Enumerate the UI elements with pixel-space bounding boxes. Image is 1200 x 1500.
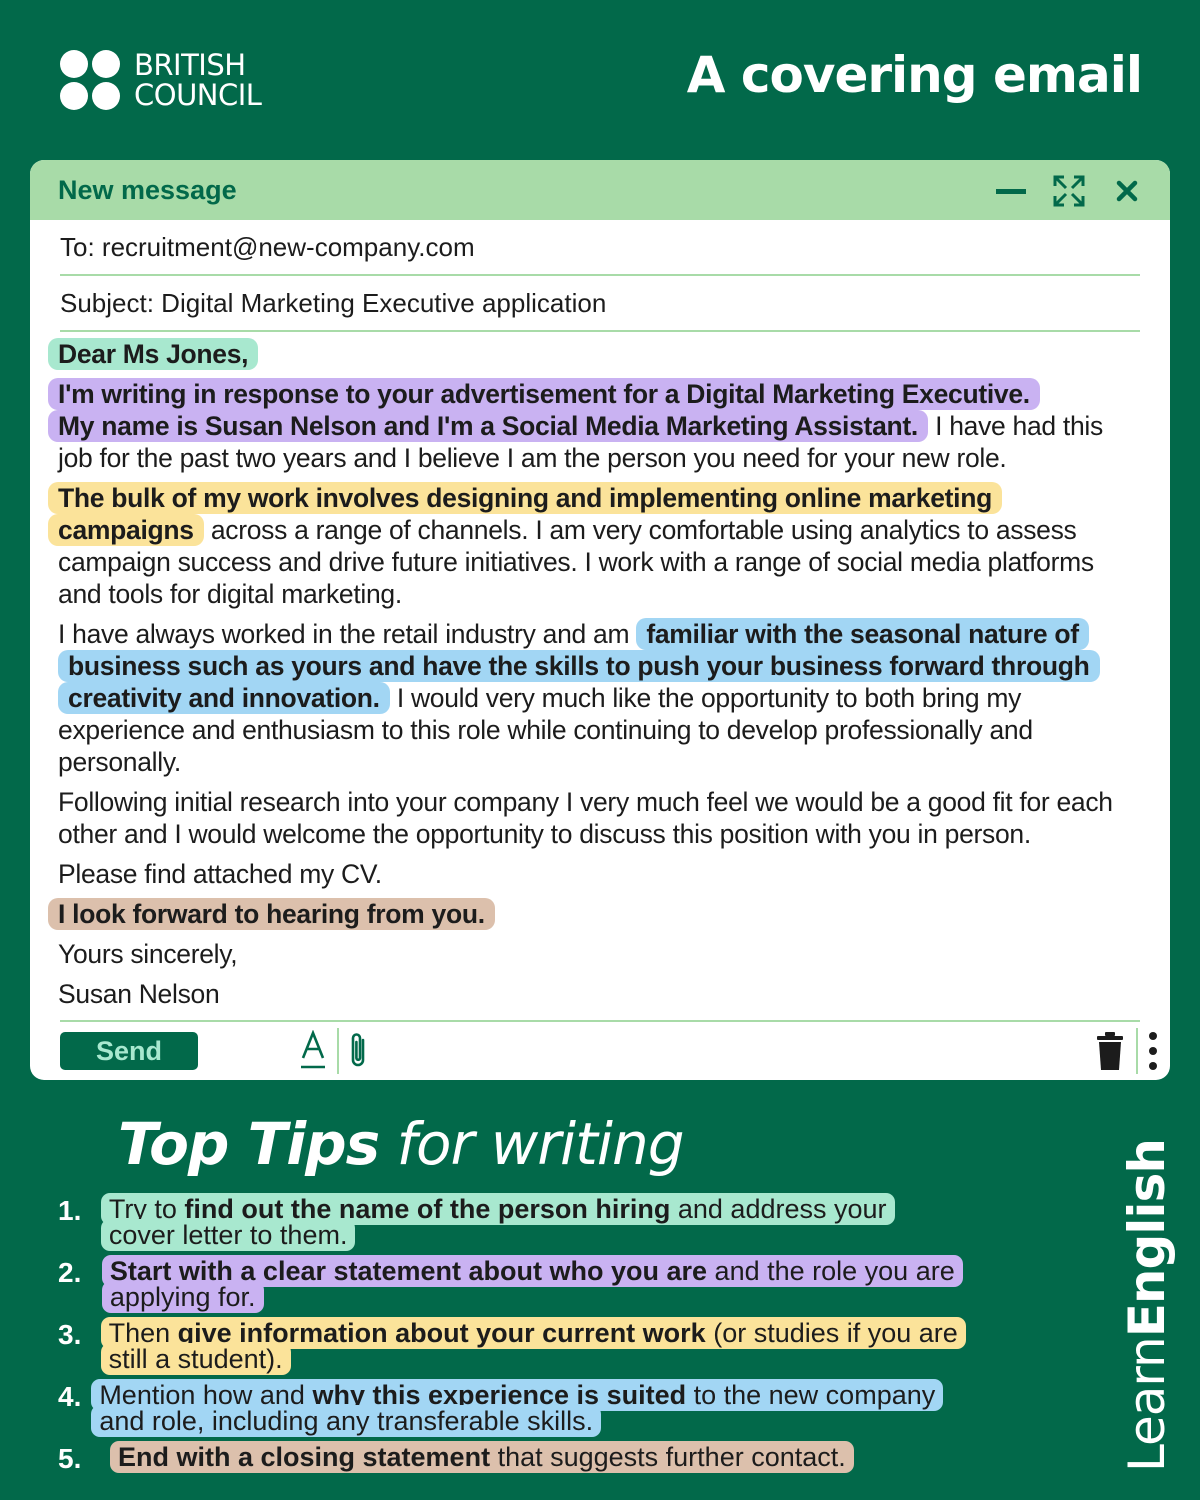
tip-item: 2. Start with a clear statement about wh… (58, 1255, 963, 1313)
paragraph-experience: I have always worked in the retail indus… (58, 618, 1142, 778)
email-compose-window: New message To: recruitment@new-company.… (30, 160, 1170, 1080)
toolbar-divider-right (1136, 1028, 1138, 1074)
british-council-logo: BRITISH COUNCIL (60, 48, 262, 112)
learnenglish-logo: LearnEnglish (1118, 1139, 1176, 1472)
tip-text: End with a closing statement that sugges… (110, 1441, 854, 1473)
window-titlebar: New message (30, 160, 1170, 220)
tip-item: 5. End with a closing statement that sug… (58, 1441, 958, 1474)
tip-item: 1. Try to find out the name of the perso… (58, 1193, 958, 1251)
tip-number: 4. (58, 1381, 82, 1412)
learn-word: Learn (1118, 1337, 1176, 1472)
closing-statement: I look forward to hearing from you. (48, 898, 495, 930)
tip-number: 3. (58, 1319, 82, 1350)
greeting: Dear Ms Jones, (48, 338, 259, 370)
experience-intro: I have always worked in the retail indus… (58, 619, 630, 649)
english-word: English (1118, 1139, 1176, 1338)
signature: Susan Nelson (58, 979, 220, 1009)
tip-item: 4. Mention how and why this experience i… (58, 1379, 958, 1437)
subject-field[interactable]: Subject: Digital Marketing Executive app… (60, 276, 1140, 332)
more-icon[interactable] (1146, 1030, 1160, 1077)
tips-list: 1. Try to find out the name of the perso… (58, 1193, 966, 1484)
toolbar-divider (337, 1028, 339, 1074)
text-format-icon[interactable] (300, 1029, 326, 1077)
intro-highlight-2: My name is Susan Nelson and I'm a Social… (48, 410, 928, 442)
tip-text: Try to find out the name of the person h… (100, 1193, 895, 1251)
page-title: A covering email (686, 46, 1143, 104)
tip-number: 2. (58, 1257, 82, 1288)
paperclip-icon[interactable] (348, 1030, 370, 1077)
tip-text: Mention how and why this experience is s… (91, 1379, 944, 1437)
paragraph-attachment: Please find attached my CV. (58, 859, 382, 889)
compose-toolbar: Send (60, 1020, 1157, 1080)
email-body[interactable]: Dear Ms Jones, I'm writing in response t… (30, 332, 1170, 1010)
paragraph-research: Following initial research into your com… (58, 787, 1113, 849)
tip-text: Start with a clear statement about who y… (101, 1255, 963, 1313)
signoff: Yours sincerely, (58, 939, 238, 969)
tip-text: Then give information about your current… (100, 1317, 966, 1375)
tips-title: Top Tips for writing (118, 1110, 685, 1178)
logo-line-1: BRITISH (134, 48, 246, 82)
paragraph-intro: I'm writing in response to your advertis… (48, 378, 1142, 474)
to-field[interactable]: To: recruitment@new-company.com (60, 220, 1140, 276)
tip-item: 3. Then give information about your curr… (58, 1317, 966, 1375)
logo-wordmark: BRITISH COUNCIL (134, 48, 262, 112)
work-text: across a range of channels. I am very co… (58, 515, 1094, 609)
send-button[interactable]: Send (60, 1032, 198, 1070)
logo-dots-icon (60, 50, 120, 110)
paragraph-work: The bulk of my work involves designing a… (48, 482, 1142, 610)
window-title: New message (58, 174, 237, 205)
tips-title-rest: for writing (379, 1110, 685, 1178)
logo-line-2: COUNCIL (134, 78, 262, 112)
expand-icon[interactable] (1052, 174, 1086, 208)
tip-number: 5. (58, 1443, 82, 1474)
trash-icon[interactable] (1096, 1032, 1124, 1075)
tip-number: 1. (58, 1195, 82, 1226)
minimize-icon[interactable] (994, 174, 1028, 208)
tips-title-bold: Top Tips (118, 1110, 380, 1178)
close-icon[interactable] (1110, 174, 1144, 208)
intro-highlight-1: I'm writing in response to your advertis… (48, 378, 1040, 410)
